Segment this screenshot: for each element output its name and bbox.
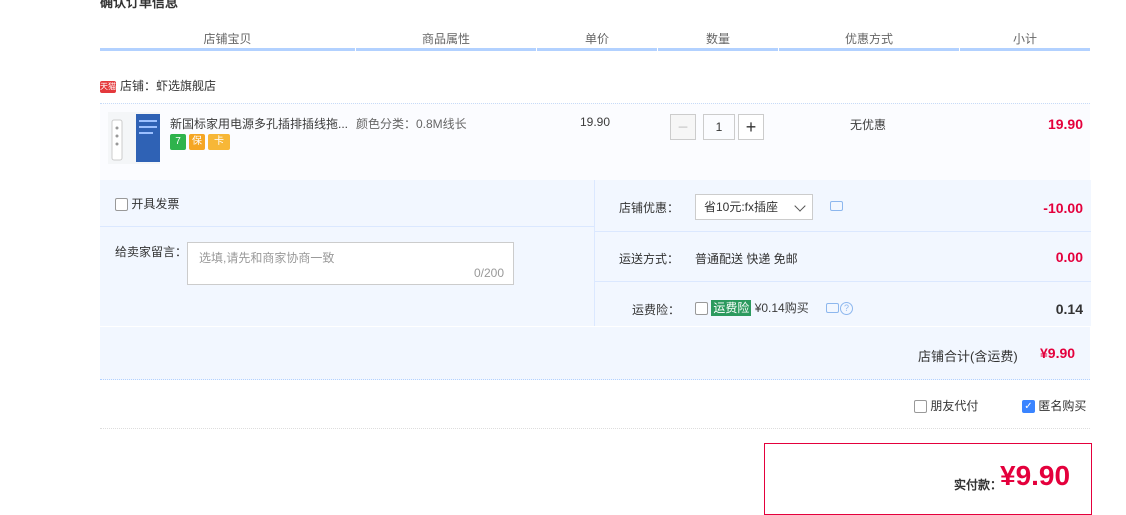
column-header-discount: 优惠方式 [844, 32, 893, 46]
invoice-option[interactable]: 开具发票 [115, 195, 179, 212]
column-header-attribute: 商品属性 [421, 32, 470, 46]
payment-amount: ¥9.90 [1000, 460, 1071, 491]
insurance-price: ¥0.14购买 [754, 301, 809, 315]
card-payment-icon: 卡 [208, 134, 230, 150]
shop-coupon-value: 省10元:fx插座 [704, 200, 779, 214]
tmall-badge-icon: 天猫 [100, 80, 116, 93]
divider [100, 428, 1090, 430]
divider [100, 226, 594, 227]
message-placeholder: 选填,请先和商家协商一致 [199, 251, 335, 265]
quantity-input[interactable]: 1 [703, 114, 735, 140]
shop-row: 天猫 店铺：虾选旗舰店 [100, 78, 216, 94]
payment-label: 实付款： [954, 478, 1003, 492]
chevron-down-icon [794, 200, 806, 212]
guarantee-icon: 保 [189, 134, 205, 150]
column-header-quantity: 数量 [705, 32, 730, 46]
column-header-price: 单价 [584, 32, 609, 46]
insurance-checkbox[interactable] [695, 302, 708, 316]
chat-icon[interactable] [830, 201, 843, 211]
column-header-subtotal: 小计 [1012, 32, 1037, 46]
divider [595, 281, 1091, 282]
increase-button[interactable]: + [738, 114, 764, 140]
friend-pay-checkbox[interactable] [914, 400, 927, 414]
message-label: 给卖家留言： [115, 245, 188, 259]
anonymous-label: 匿名购买 [1038, 399, 1087, 413]
insurance-badge: 运费险 [711, 300, 752, 316]
shop-total-label: 店铺合计(含运费) [918, 349, 1018, 364]
header-bar [356, 48, 536, 51]
shipping-value: 普通配送 快递 免邮 [695, 252, 798, 266]
shop-total-value: ¥9.90 [1040, 345, 1076, 361]
shipping-amount: 0.00 [1055, 249, 1083, 265]
product-attribute: 颜色分类：0.8M线长 [356, 117, 467, 131]
insurance-amount: 0.14 [1055, 301, 1083, 317]
decrease-button[interactable]: − [670, 114, 696, 140]
header-bar [779, 48, 959, 51]
seven-day-return-icon: 7 [170, 134, 186, 150]
discount-method: 无优惠 [850, 118, 887, 132]
friend-pay-label: 朋友代付 [930, 399, 979, 413]
column-header-item: 店铺宝贝 [203, 32, 252, 46]
service-tags: 7保卡 [170, 134, 233, 150]
seller-message-input[interactable]: 选填,请先和商家协商一致 0/200 [187, 242, 514, 285]
header-bar [100, 48, 355, 51]
shop-coupon-select[interactable]: 省10元:fx插座 [695, 194, 813, 220]
message-char-count: 0/200 [473, 266, 504, 280]
shop-coupon-amount: -10.00 [1043, 200, 1083, 216]
friend-pay-option[interactable]: 朋友代付 [914, 397, 978, 414]
invoice-label: 开具发票 [131, 197, 180, 211]
header-bar [658, 48, 778, 51]
anonymous-checkbox[interactable]: ✓ [1022, 400, 1035, 414]
shop-name[interactable]: 店铺：虾选旗舰店 [120, 79, 216, 93]
order-table-header: 店铺宝贝 商品属性 单价 数量 优惠方式 小计 [100, 30, 1090, 51]
anonymous-purchase-option[interactable]: ✓ 匿名购买 [1022, 397, 1086, 414]
invoice-checkbox[interactable] [115, 198, 128, 212]
product-title[interactable]: 新国标家用电源多孔插排插线拖... [170, 115, 348, 132]
shop-coupon-label: 店铺优惠： [619, 201, 680, 215]
shipping-label: 运送方式： [619, 252, 680, 266]
unit-price: 19.90 [580, 115, 611, 129]
help-icon[interactable]: ? [840, 302, 853, 315]
product-thumbnail[interactable] [108, 112, 160, 164]
section-title: 确认订单信息 [100, 0, 179, 10]
insurance-label: 运费险： [632, 303, 681, 317]
divider [595, 231, 1091, 232]
header-bar [960, 48, 1090, 51]
chat-icon[interactable] [826, 303, 839, 313]
header-bar [537, 48, 657, 51]
insurance-option[interactable]: 运费险 ¥0.14购买 [695, 300, 809, 318]
item-subtotal: 19.90 [1047, 116, 1083, 132]
